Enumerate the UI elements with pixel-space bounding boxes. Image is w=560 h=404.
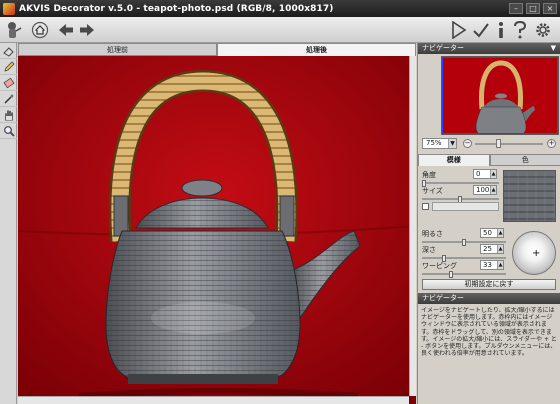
hand-tool-icon[interactable] [0,107,17,123]
pencil-tool-icon[interactable] [0,59,17,75]
depth-slider[interactable] [422,257,506,259]
depth-input[interactable]: 25 ▲ [480,244,504,254]
angle-label: 角度 [422,171,436,179]
settings-panel: ナビゲーター ▼ 75% ▼ − + 模様 色 角度 0▲ サイズ 100▲ [417,43,560,404]
magic-wand-icon[interactable] [0,91,17,107]
depth-label: 深さ [422,246,436,254]
zoom-value: 75% [426,139,442,147]
navigator-preview[interactable] [441,56,559,135]
tab-before[interactable]: 処理前 [18,43,217,56]
angle-value: 0 [476,170,481,178]
title-bar: AKVIS Decorator v.5.0 - teapot-photo.psd… [0,0,560,17]
warping-slider[interactable] [422,273,506,275]
warping-value: 33 [483,261,492,269]
texture-tabs: 模様 色 [418,154,560,166]
navigator-view-frame[interactable] [442,57,558,134]
info-icon[interactable] [494,20,508,40]
toolbar [0,17,560,43]
eraser2-tool-icon[interactable] [0,75,17,91]
texture-swatch[interactable] [503,170,556,222]
zoom-out-button[interactable]: − [463,139,472,148]
size-label: サイズ [422,187,443,195]
light-marker-icon[interactable]: + [532,248,540,259]
zoom-in-button[interactable]: + [547,139,556,148]
teapot-photo [18,56,416,404]
brightness-label: 明るさ [422,230,443,238]
size-spinner-icon[interactable]: ▲ [490,186,496,194]
redo-icon[interactable] [78,20,96,40]
brightness-slider-thumb[interactable] [462,239,466,246]
warping-label: ワーピング [422,262,457,270]
navigator-header: ナビゲーター ▼ [418,43,560,54]
help-header: ナビゲーター [418,293,560,304]
logo-icon[interactable] [3,20,25,40]
brightness-input[interactable]: 50 ▲ [480,228,504,238]
apply-icon[interactable] [472,20,490,40]
texture-checkbox[interactable] [422,203,429,210]
run-icon[interactable] [450,20,468,40]
angle-slider[interactable] [422,182,499,184]
canvas-tabs: 処理前 処理後 [18,43,416,56]
zoom-slider[interactable] [475,143,543,145]
zoom-slider-thumb[interactable] [496,139,501,148]
size-value: 100 [476,186,490,194]
app-icon [3,2,15,15]
zoom-controls: 75% ▼ − + [418,138,560,150]
light-direction-sphere[interactable]: + [512,231,556,275]
depth-spinner-icon[interactable]: ▲ [497,245,503,253]
size-input[interactable]: 100 ▲ [473,185,497,195]
chevron-down-icon[interactable]: ▼ [448,139,456,148]
home-icon[interactable] [30,20,50,40]
tab-after[interactable]: 処理後 [217,43,416,56]
navigator-title: ナビゲーター [422,44,464,52]
eraser-tool-icon[interactable] [0,43,17,59]
window-title: AKVIS Decorator v.5.0 - teapot-photo.psd… [19,3,334,14]
tool-palette [0,43,17,404]
angle-spinner-icon[interactable]: ▲ [490,170,496,178]
maximize-button[interactable]: □ [526,3,540,14]
minimize-button[interactable]: – [509,3,523,14]
help-icon[interactable] [512,20,528,40]
zoom-tool-icon[interactable] [0,123,17,139]
image-canvas[interactable] [18,56,416,404]
help-title: ナビゲーター [422,294,464,302]
warping-slider-thumb[interactable] [449,271,453,278]
warping-input[interactable]: 33 ▲ [480,260,504,270]
warping-spinner-icon[interactable]: ▲ [497,261,503,269]
vertical-scrollbar[interactable] [409,56,416,396]
reset-defaults-button[interactable]: 初期設定に戻す [422,279,556,290]
horizontal-scrollbar[interactable] [18,396,409,404]
tab-color[interactable]: 色 [489,154,560,166]
close-button[interactable]: × [543,3,557,14]
help-text: イメージをナビゲートしたり、拡大/縮小するにはナビゲーターを使用します。赤枠内に… [421,307,557,358]
tab-texture[interactable]: 模様 [418,154,490,166]
collapse-icon[interactable]: ▼ [551,43,556,54]
undo-icon[interactable] [57,20,75,40]
brightness-spinner-icon[interactable]: ▲ [497,229,503,237]
settings-icon[interactable] [533,20,553,40]
depth-value: 25 [483,245,492,253]
texture-file-field[interactable] [432,202,499,211]
texture-pattern [504,171,555,221]
angle-input[interactable]: 0 ▲ [473,169,497,179]
brightness-value: 50 [483,229,492,237]
zoom-select[interactable]: 75% ▼ [422,138,457,149]
